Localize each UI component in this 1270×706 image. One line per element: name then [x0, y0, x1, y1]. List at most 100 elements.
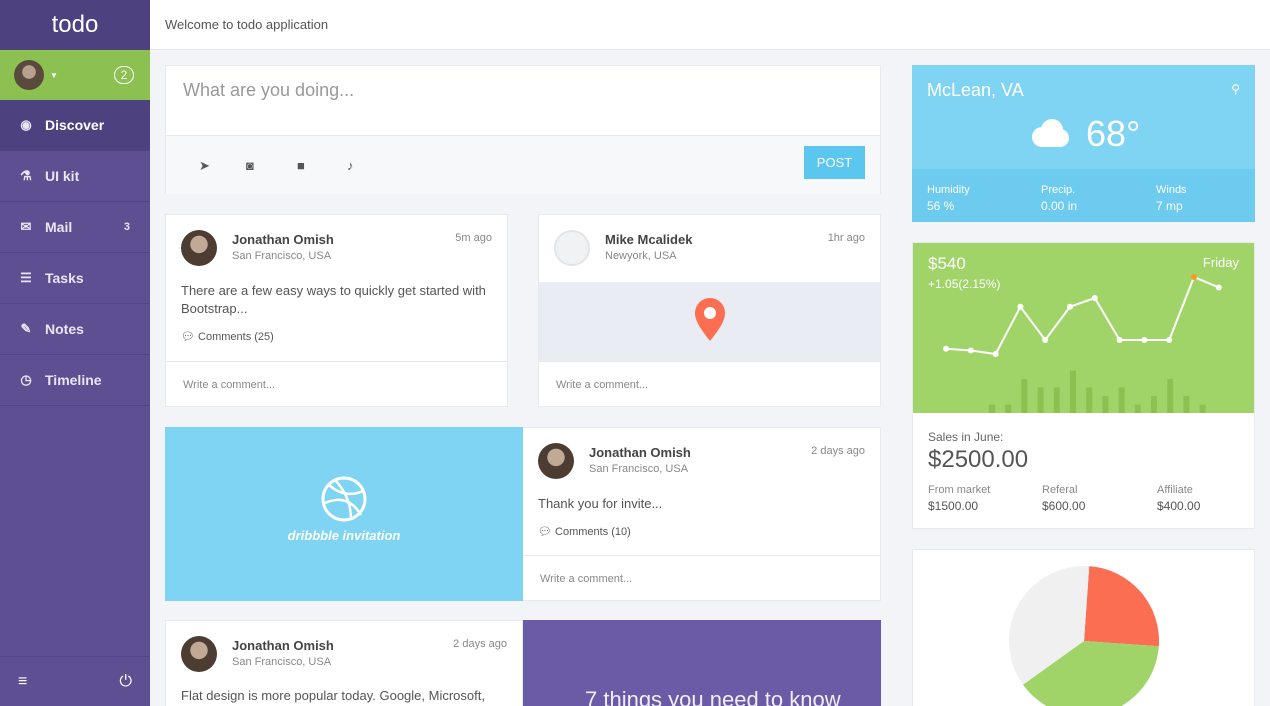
pie-slice	[1084, 566, 1159, 647]
sales-bar	[1167, 379, 1174, 413]
eye-icon: ◉	[20, 117, 32, 132]
sales-bar	[1134, 404, 1141, 413]
sales-bar	[1086, 387, 1093, 413]
sidebar-item-notes[interactable]: ✎ Notes	[0, 304, 150, 355]
sidebar-item-tasks[interactable]: ☰ Tasks	[0, 253, 150, 304]
post-time: 1hr ago	[827, 232, 865, 244]
comments-label: Comments (25)	[198, 331, 274, 343]
sidebar-item-label: Mail	[45, 219, 73, 235]
tasks-icon: ☰	[20, 270, 32, 285]
sales-point	[1191, 274, 1197, 280]
sales-label: Sales in June:	[928, 430, 1004, 444]
map-pin-icon	[695, 298, 725, 341]
referal-value: $600.00	[1042, 499, 1086, 513]
affiliate-value: $400.00	[1157, 499, 1201, 513]
sidebar-item-timeline[interactable]: ◷ Timeline	[0, 355, 150, 406]
post-body: Jonathan Omish San Francisco, USA 2 days…	[165, 620, 523, 706]
sales-point	[1116, 337, 1123, 343]
post-card: Mike Mcalidek Newyork, USA 1hr ago Write…	[538, 214, 881, 407]
winds-label: Winds	[1156, 184, 1187, 196]
comments-link[interactable]: 💬︎ Comments (10)	[538, 525, 631, 538]
comment-input[interactable]: Write a comment...	[523, 555, 880, 601]
sales-chart	[943, 274, 1222, 413]
user-menu[interactable]: ▼ 2	[0, 50, 150, 100]
clock-icon: ◷	[20, 372, 32, 387]
weather-stats: Humidity 56 % Precip. 0.00 in Winds 7 mp	[912, 169, 1255, 222]
sales-bar	[1053, 387, 1060, 413]
caret-down-icon[interactable]: ▼	[50, 71, 58, 80]
sales-point	[943, 345, 949, 352]
precip-label: Precip.	[1041, 184, 1076, 196]
feature-banner[interactable]: 7 things you need to know	[523, 620, 881, 706]
sales-widget: $540 +1.05(2.15%) Friday Sales in June: …	[912, 242, 1255, 529]
avatar[interactable]	[554, 230, 590, 266]
pie-chart	[1009, 566, 1159, 706]
sales-point	[1141, 337, 1148, 343]
video-icon[interactable]: ■	[297, 158, 305, 173]
pencil-icon: ✎	[20, 321, 32, 336]
market-label: From market	[928, 484, 991, 496]
microphone-icon[interactable]: ♪	[347, 158, 354, 173]
post-time: 5m ago	[455, 232, 492, 244]
referal-label: Referal	[1042, 484, 1078, 496]
map-preview[interactable]	[539, 282, 880, 361]
composer-toolbar: ➤ ◙ ■ ♪ POST	[166, 136, 880, 194]
sidebar-item-discover[interactable]: ◉ Discover	[0, 100, 150, 151]
post-body: Jonathan Omish San Francisco, USA 2 days…	[523, 427, 881, 601]
notification-badge[interactable]: 2	[114, 66, 134, 84]
referal-stat: Referal $600.00	[1042, 484, 1085, 513]
sales-bar	[1070, 370, 1076, 413]
invitation-label: dribbble invitation	[287, 528, 401, 543]
sidebar-item-label: Discover	[45, 117, 105, 133]
brand-logo[interactable]: todo	[0, 0, 150, 50]
author-name[interactable]: Mike Mcalidek	[605, 232, 692, 247]
author-name[interactable]: Jonathan Omish	[589, 445, 691, 460]
precip-stat: Precip. 0.00 in	[1041, 184, 1077, 213]
status-input[interactable]: What are you doing...	[166, 66, 880, 136]
sales-total: $2500.00	[928, 446, 1029, 473]
sidebar: todo ▼ 2 ◉ Discover ⚗ UI kit ✉ Mail 3 ☰ …	[0, 0, 150, 706]
sales-bar	[1037, 387, 1044, 413]
market-stat: From market $1500.00	[928, 484, 990, 513]
avatar[interactable]	[14, 60, 44, 90]
sidebar-item-mail[interactable]: ✉ Mail 3	[0, 202, 150, 253]
author-location: San Francisco, USA	[589, 463, 689, 475]
avatar[interactable]	[181, 636, 217, 672]
comment-placeholder: Write a comment...	[556, 379, 649, 391]
author-name[interactable]: Jonathan Omish	[232, 638, 334, 653]
sales-point	[1215, 284, 1222, 291]
power-icon[interactable]: ⏻	[119, 673, 132, 691]
post-card: Jonathan Omish San Francisco, USA 2 days…	[165, 620, 881, 706]
comment-icon: 💬︎	[538, 526, 556, 538]
sales-point	[1042, 337, 1049, 343]
location-arrow-icon[interactable]: ➤	[199, 158, 210, 174]
welcome-text: Welcome to todo application	[165, 17, 329, 32]
comment-input[interactable]: Write a comment...	[166, 361, 507, 407]
author-name[interactable]: Jonathan Omish	[232, 232, 334, 247]
comments-label: Comments (10)	[555, 526, 631, 538]
sales-point	[967, 347, 974, 354]
dribbble-invitation-banner[interactable]: dribbble invitation	[165, 427, 523, 601]
sales-chart-panel: $540 +1.05(2.15%) Friday	[913, 243, 1254, 413]
sales-point	[1166, 337, 1173, 343]
sales-point	[1091, 295, 1098, 301]
comments-link[interactable]: 💬︎ Comments (25)	[181, 330, 274, 343]
post-text: There are a few easy ways to quickly get…	[181, 283, 486, 316]
post-button[interactable]: POST	[804, 146, 865, 179]
map-marker-icon[interactable]: ⚲	[1231, 82, 1240, 96]
top-bar: Welcome to todo application	[150, 0, 1270, 50]
camera-icon[interactable]: ◙	[246, 158, 254, 173]
affiliate-stat: Affiliate $400.00	[1157, 484, 1200, 513]
winds-value: 7 mp	[1156, 199, 1183, 213]
author-location: Newyork, USA	[605, 250, 677, 262]
menu-icon[interactable]: ≡	[18, 673, 27, 691]
sales-bar	[1118, 387, 1125, 413]
flask-icon: ⚗	[20, 168, 32, 183]
post-text: Flat design is more popular today. Googl…	[181, 688, 485, 703]
comment-icon: 💬︎	[181, 331, 199, 343]
sidebar-item-ui-kit[interactable]: ⚗ UI kit	[0, 151, 150, 202]
sidebar-item-label: Notes	[45, 321, 84, 337]
avatar[interactable]	[538, 443, 574, 479]
comment-input[interactable]: Write a comment...	[539, 361, 880, 407]
avatar[interactable]	[181, 230, 217, 266]
